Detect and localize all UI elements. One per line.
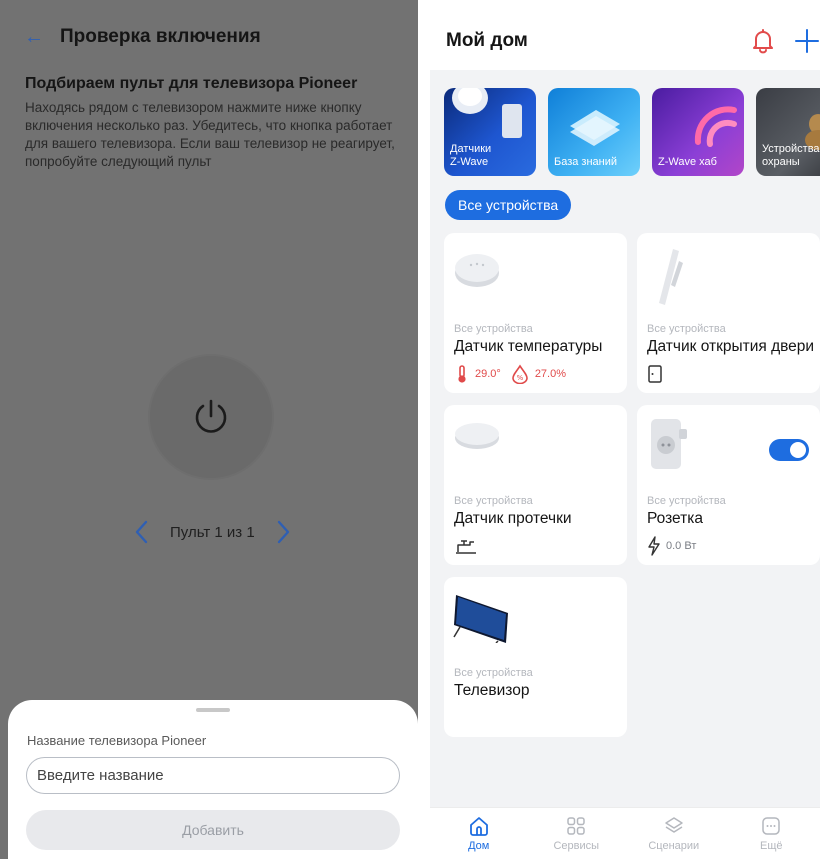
lightning-icon bbox=[648, 536, 660, 556]
device-card-socket[interactable]: Все устройства Розетка 0.0 Вт bbox=[637, 405, 820, 565]
banner-label: База знаний bbox=[554, 156, 618, 168]
remote-setup-screen: ← Проверка включения Подбираем пульт для… bbox=[0, 0, 418, 859]
sheet-grip-handle[interactable] bbox=[196, 708, 230, 712]
door-sensor-image bbox=[659, 249, 683, 305]
bell-icon[interactable] bbox=[750, 28, 776, 59]
plus-icon[interactable] bbox=[794, 28, 820, 59]
home-header: Мой дом bbox=[430, 0, 820, 70]
device-room: Все устройства bbox=[454, 495, 533, 507]
add-button[interactable]: Добавить bbox=[26, 810, 400, 850]
banner-knowledge-base[interactable]: База знаний bbox=[548, 88, 640, 176]
tab-home[interactable]: Дом bbox=[430, 808, 528, 859]
device-name: Датчик протечки bbox=[454, 510, 572, 527]
remote-switcher: Пульт 1 из 1 bbox=[130, 516, 295, 548]
temperature-value: 29.0° bbox=[475, 368, 501, 380]
arrow-left-icon[interactable]: ← bbox=[24, 27, 44, 47]
tv-name-label: Название телевизора Pioneer bbox=[27, 733, 207, 748]
banner-label: Датчики Z-Wave bbox=[450, 143, 492, 168]
power-button[interactable] bbox=[150, 356, 272, 478]
banner-label: Z-Wave хаб bbox=[658, 156, 717, 168]
device-status bbox=[647, 364, 663, 384]
device-status bbox=[454, 536, 478, 556]
banner-label: Устройства охраны bbox=[762, 143, 820, 168]
book-image bbox=[570, 110, 620, 146]
tab-label: Дом bbox=[468, 840, 490, 852]
tab-label: Сервисы bbox=[553, 840, 600, 852]
page-title: Мой дом bbox=[446, 30, 528, 51]
socket-power-toggle[interactable] bbox=[769, 439, 809, 461]
name-tv-bottom-sheet: Название телевизора Pioneer Добавить bbox=[8, 700, 418, 859]
tab-more[interactable]: Ещё bbox=[723, 808, 820, 859]
device-card-leak-sensor[interactable]: Все устройства Датчик протечки bbox=[444, 405, 627, 565]
banner-security-devices[interactable]: Устройства охраны bbox=[756, 88, 820, 176]
more-icon bbox=[762, 817, 780, 835]
humidity-value: 27.0% bbox=[534, 368, 567, 380]
tv-name-input[interactable] bbox=[26, 757, 400, 794]
sensor-image bbox=[452, 88, 488, 114]
device-room: Все устройства bbox=[647, 495, 726, 507]
thermometer-icon bbox=[458, 365, 466, 383]
device-card-temperature-sensor[interactable]: Все устройства Датчик температуры 29.0° … bbox=[444, 233, 627, 393]
banner-zwave-sensors[interactable]: Датчики Z-Wave bbox=[444, 88, 536, 176]
chevron-right-icon[interactable] bbox=[273, 516, 295, 548]
device-name: Телевизор bbox=[454, 682, 530, 699]
power-icon bbox=[195, 399, 227, 433]
tv-image bbox=[453, 595, 508, 643]
device-name: Датчик температуры bbox=[454, 338, 603, 355]
door-closed-icon bbox=[648, 365, 662, 383]
layers-icon bbox=[665, 817, 683, 833]
home-screen: Мой дом Датчики Z-Wave База знаний Z-Wav… bbox=[430, 0, 820, 859]
leak-sensor-image bbox=[455, 423, 499, 449]
device-name: Розетка bbox=[647, 510, 703, 527]
signal-image bbox=[694, 106, 737, 147]
setup-description: Находясь рядом с телевизором нажмите ниж… bbox=[25, 100, 395, 169]
svg-text:%: % bbox=[516, 374, 523, 382]
device-room: Все устройства bbox=[647, 323, 726, 335]
setup-subtitle: Подбираем пульт для телевизора Pioneer bbox=[25, 75, 358, 92]
tab-services[interactable]: Сервисы bbox=[528, 808, 626, 859]
device-image bbox=[502, 104, 522, 138]
remote-counter: Пульт 1 из 1 bbox=[170, 523, 255, 541]
device-name: Датчик открытия двери bbox=[647, 338, 815, 355]
device-power-reading: 0.0 Вт bbox=[647, 536, 696, 556]
power-value: 0.0 Вт bbox=[666, 540, 697, 552]
grid-icon bbox=[567, 817, 585, 835]
toggle-knob bbox=[790, 442, 806, 458]
socket-image bbox=[651, 419, 687, 469]
temperature-sensor-image bbox=[455, 254, 499, 287]
tab-label: Сценарии bbox=[648, 840, 700, 852]
chevron-left-icon[interactable] bbox=[130, 516, 152, 548]
tab-scenarios[interactable]: Сценарии bbox=[625, 808, 723, 859]
banner-zwave-hub[interactable]: Z-Wave хаб bbox=[652, 88, 744, 176]
device-card-door-sensor[interactable]: Все устройства Датчик открытия двери bbox=[637, 233, 820, 393]
faucet-icon bbox=[456, 540, 476, 554]
home-icon bbox=[469, 817, 488, 836]
device-room: Все устройства bbox=[454, 323, 533, 335]
screen-title: Проверка включения bbox=[60, 26, 261, 47]
bottom-tab-bar: Дом Сервисы Сценарии Ещё bbox=[430, 807, 820, 859]
device-readings: 29.0° % 27.0% bbox=[454, 364, 566, 384]
promo-banners: Датчики Z-Wave База знаний Z-Wave хаб Ус… bbox=[444, 88, 820, 176]
device-room: Все устройства bbox=[454, 667, 533, 679]
device-card-tv[interactable]: Все устройства Телевизор bbox=[444, 577, 627, 737]
tab-label: Ещё bbox=[759, 840, 783, 852]
all-devices-filter-chip[interactable]: Все устройства bbox=[445, 190, 572, 220]
humidity-icon: % bbox=[512, 364, 528, 384]
screen-header: ← Проверка включения bbox=[24, 22, 261, 52]
